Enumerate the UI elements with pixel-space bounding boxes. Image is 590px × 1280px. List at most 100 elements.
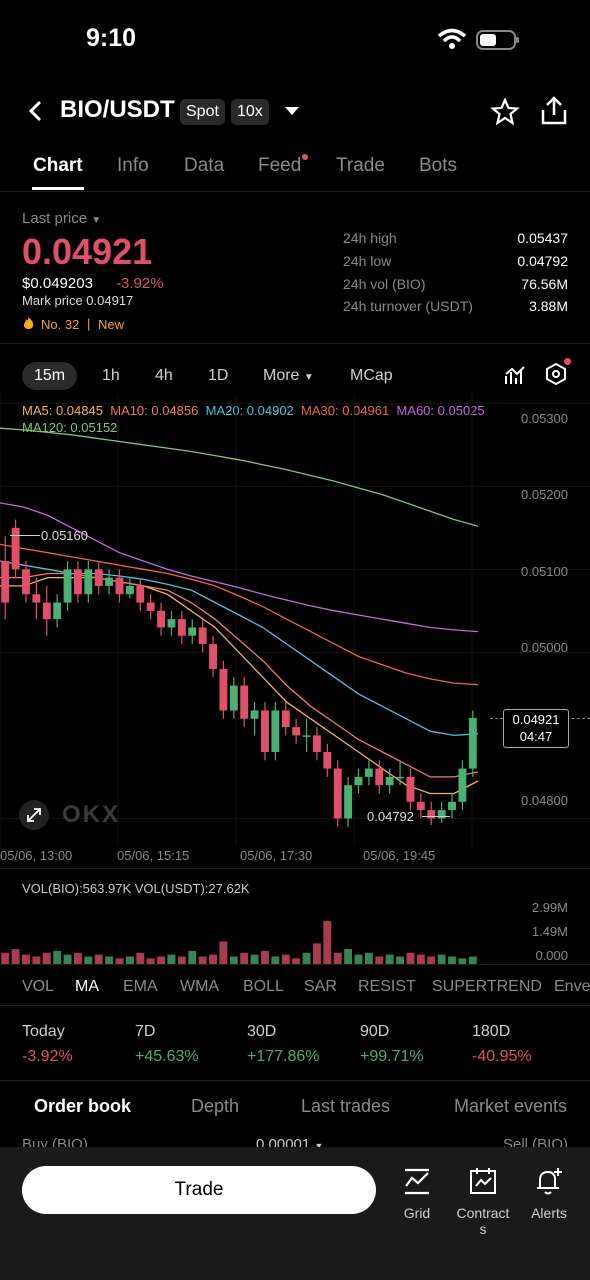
indicator-resist[interactable]: RESIST <box>358 978 416 996</box>
low-marker: 0.04792 <box>367 809 414 824</box>
timeframe-1h[interactable]: 1h <box>102 362 120 390</box>
perf-value: -40.95% <box>472 1048 532 1065</box>
new-tag: New <box>98 317 125 332</box>
candle-body <box>333 768 342 819</box>
okx-watermark: OKX <box>62 801 121 828</box>
tab-trade[interactable]: Trade <box>336 155 385 177</box>
volume-bar <box>406 952 415 964</box>
indicator-vol[interactable]: VOL <box>22 978 54 996</box>
back-icon[interactable] <box>26 99 46 128</box>
share-icon[interactable] <box>540 96 568 131</box>
tab-feed[interactable]: Feed <box>258 155 301 177</box>
volume-bar <box>427 956 436 964</box>
candle-body <box>219 668 228 711</box>
volume-bar <box>261 950 269 964</box>
indicator-ema[interactable]: EMA <box>123 978 158 996</box>
stat-label: 24h high <box>343 230 397 246</box>
star-icon[interactable] <box>490 97 520 132</box>
expand-icon[interactable] <box>19 800 49 830</box>
volume-bar <box>136 952 145 964</box>
perf-label: 30D <box>247 1023 277 1040</box>
volume-bar <box>32 956 41 964</box>
tab-order-book[interactable]: Order book <box>34 1096 131 1117</box>
candle-body <box>177 619 186 636</box>
perf-label: 180D <box>472 1023 511 1040</box>
y-axis-label: 0.04800 <box>521 793 568 808</box>
tab-market-events[interactable]: Market events <box>454 1096 590 1117</box>
tab-data[interactable]: Data <box>184 155 224 177</box>
volume-bar <box>42 952 51 964</box>
contracts-icon[interactable] <box>469 1167 497 1202</box>
candle-body <box>396 776 405 779</box>
indicator-ma[interactable]: MA <box>75 978 99 996</box>
x-axis-label: 05/06, 13:00 <box>0 848 73 863</box>
rank-separator: | <box>87 316 91 331</box>
stat-value: 3.88M <box>529 298 568 314</box>
stat-value: 0.04792 <box>517 253 568 269</box>
candle-body <box>406 776 415 802</box>
ma60-line <box>0 502 479 633</box>
x-axis-label: 05/06, 19:45 <box>363 848 436 863</box>
candle-body <box>53 602 62 620</box>
perf-value: -3.92% <box>22 1048 73 1065</box>
trade-button[interactable]: Trade <box>22 1166 376 1214</box>
candle-body <box>73 569 82 595</box>
market-type-badge: Spot <box>180 99 225 125</box>
last-price-label[interactable]: Last price ▼ <box>22 210 101 227</box>
volume-bar <box>354 954 363 964</box>
stat-value: 0.05437 <box>517 230 568 246</box>
settings-hexagon-icon[interactable] <box>544 362 568 391</box>
candle-body <box>364 768 373 777</box>
indicator-sar[interactable]: SAR <box>304 978 337 996</box>
volume-bar <box>94 954 103 964</box>
indicator-boll[interactable]: BOLL <box>243 978 284 996</box>
timeframe-more[interactable]: More ▼ <box>263 362 314 390</box>
tab-info[interactable]: Info <box>117 155 149 177</box>
candle-body <box>157 610 166 628</box>
divider <box>0 343 590 344</box>
timeframe-15m[interactable]: 15m <box>22 362 78 390</box>
candle-body <box>261 710 269 752</box>
battery-icon <box>476 29 520 56</box>
candle-body <box>1 561 10 603</box>
volume-bar <box>188 950 197 964</box>
divider <box>0 1080 590 1081</box>
y-axis-label: 0.05200 <box>521 487 568 502</box>
timeframe-mcap[interactable]: MCap <box>350 362 393 390</box>
tab-depth[interactable]: Depth <box>191 1096 239 1117</box>
volume-bar <box>11 949 20 964</box>
volume-bar <box>53 950 62 964</box>
candle-body <box>312 735 321 752</box>
perf-label: Today <box>22 1023 65 1040</box>
tab-bots[interactable]: Bots <box>419 155 457 177</box>
indicator-icon[interactable] <box>504 364 526 391</box>
volume-bar <box>302 952 311 964</box>
alerts-label[interactable]: Alerts <box>525 1205 573 1221</box>
price-chart[interactable] <box>0 395 590 845</box>
grid-icon[interactable] <box>403 1168 431 1201</box>
candle-body <box>385 776 394 786</box>
timeframe-4h[interactable]: 4h <box>155 362 173 390</box>
volume-bar <box>344 949 353 964</box>
candle-body <box>302 735 311 737</box>
volume-bar <box>281 954 290 964</box>
stat-value: 76.56M <box>521 276 568 292</box>
contracts-label[interactable]: Contract s <box>450 1205 516 1237</box>
volume-bar <box>364 952 373 964</box>
indicator-supertrend[interactable]: SUPERTREND <box>432 978 542 996</box>
volume-bar <box>396 956 405 964</box>
alerts-icon[interactable] <box>534 1166 564 1201</box>
divider <box>0 964 590 965</box>
chevron-down-icon[interactable] <box>284 104 300 122</box>
grid-label[interactable]: Grid <box>393 1205 441 1221</box>
candle-body <box>105 577 114 586</box>
indicator-envelope[interactable]: Enve <box>554 978 590 996</box>
timeframe-1d[interactable]: 1D <box>208 362 228 390</box>
tab-chart[interactable]: Chart <box>33 155 83 177</box>
candle-body <box>22 569 30 595</box>
indicator-wma[interactable]: WMA <box>180 978 219 996</box>
pair-title[interactable]: BIO/USDT <box>60 96 175 124</box>
volume-bar <box>167 954 176 964</box>
volume-bar <box>323 920 332 964</box>
tab-last-trades[interactable]: Last trades <box>301 1096 390 1117</box>
